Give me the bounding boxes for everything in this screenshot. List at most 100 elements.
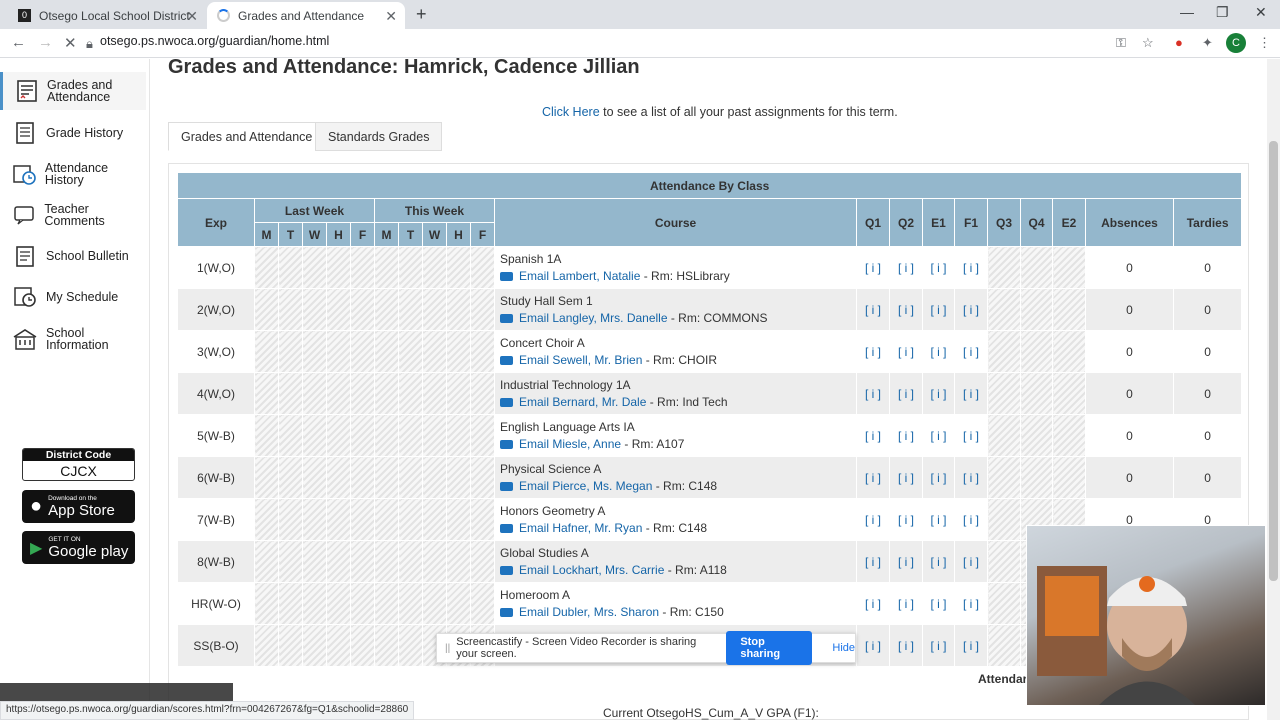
bookmark-star-icon[interactable]: ☆ <box>1142 35 1154 51</box>
grade-f1-link[interactable]: [ i ] <box>954 498 988 541</box>
stop-sharing-button[interactable]: Stop sharing <box>726 631 813 665</box>
sidebar-item-attendance-history[interactable]: Attendance History <box>0 156 146 192</box>
grade-q2-link[interactable]: [ i ] <box>889 414 923 457</box>
click-here-link[interactable]: Click Here <box>542 105 600 119</box>
grade-e1-link[interactable]: [ i ] <box>922 246 955 289</box>
grade-f1-link[interactable]: [ i ] <box>954 624 988 667</box>
close-tab-icon[interactable]: ✕ <box>186 8 198 25</box>
sidebar-item-grades-attendance[interactable]: Grades and Attendance <box>0 72 146 110</box>
tardies-cell[interactable]: 0 <box>1172 246 1243 289</box>
teacher-email-link[interactable]: Email Pierce, Ms. Megan <box>519 479 652 493</box>
tardies-cell[interactable]: 0 <box>1172 330 1243 373</box>
grade-q1-link[interactable]: [ i ] <box>856 288 890 331</box>
grade-q1-link[interactable]: [ i ] <box>856 624 890 667</box>
app-store-badge[interactable]: ● Download on the App Store <box>22 490 135 523</box>
grade-q2-link[interactable]: [ i ] <box>889 498 923 541</box>
screencastify-extension-icon[interactable]: ● <box>1175 35 1183 50</box>
teacher-email-link[interactable]: Email Bernard, Mr. Dale <box>519 395 646 409</box>
absences-cell[interactable]: 0 <box>1085 414 1174 457</box>
grade-e1-link[interactable]: [ i ] <box>922 456 955 499</box>
browser-tab-grades[interactable]: Grades and Attendance ✕ <box>207 2 405 29</box>
header-f1[interactable]: F1 <box>954 198 988 247</box>
teacher-email-link[interactable]: Email Miesle, Anne <box>519 437 621 451</box>
grade-q1-link[interactable]: [ i ] <box>856 414 890 457</box>
grade-f1-link[interactable]: [ i ] <box>954 582 988 625</box>
grade-q2-link[interactable]: [ i ] <box>889 372 923 415</box>
header-q1[interactable]: Q1 <box>856 198 890 247</box>
grade-f1-link[interactable]: [ i ] <box>954 330 988 373</box>
grade-q1-link[interactable]: [ i ] <box>856 330 890 373</box>
teacher-email-link[interactable]: Email Sewell, Mr. Brien <box>519 353 642 367</box>
stop-loading-icon[interactable]: ✕ <box>64 34 77 52</box>
sidebar-item-grade-history[interactable]: Grade History <box>0 118 146 148</box>
forward-icon[interactable]: → <box>38 34 53 51</box>
absences-cell[interactable]: 0 <box>1085 330 1174 373</box>
teacher-email-link[interactable]: Email Langley, Mrs. Danelle <box>519 311 668 325</box>
grade-q2-link[interactable]: [ i ] <box>889 582 923 625</box>
grade-e1-link[interactable]: [ i ] <box>922 372 955 415</box>
header-q3[interactable]: Q3 <box>987 198 1021 247</box>
grade-e1-link[interactable]: [ i ] <box>922 330 955 373</box>
grade-e1-link[interactable]: [ i ] <box>922 540 955 583</box>
grade-q2-link[interactable]: [ i ] <box>889 330 923 373</box>
grade-q1-link[interactable]: [ i ] <box>856 582 890 625</box>
grade-e1-link[interactable]: [ i ] <box>922 582 955 625</box>
new-tab-icon[interactable]: + <box>416 4 427 25</box>
header-e2[interactable]: E2 <box>1052 198 1086 247</box>
teacher-email-link[interactable]: Email Hafner, Mr. Ryan <box>519 521 642 535</box>
grade-q2-link[interactable]: [ i ] <box>889 540 923 583</box>
absences-cell[interactable]: 0 <box>1085 246 1174 289</box>
browser-tab-otsego[interactable]: 0 Otsego Local School District ✕ <box>8 2 206 29</box>
sidebar-item-teacher-comments[interactable]: Teacher Comments <box>0 197 146 233</box>
grade-e1-link[interactable]: [ i ] <box>922 498 955 541</box>
menu-icon[interactable]: ⋮ <box>1258 35 1271 51</box>
lock-icon[interactable]: 🔒︎ <box>86 36 93 52</box>
header-absences[interactable]: Absences <box>1085 198 1174 247</box>
teacher-email-link[interactable]: Email Lambert, Natalie <box>519 269 640 283</box>
close-tab-icon[interactable]: ✕ <box>385 8 397 25</box>
tab-standards-grades[interactable]: Standards Grades <box>315 122 443 151</box>
grade-q2-link[interactable]: [ i ] <box>889 288 923 331</box>
address-bar[interactable]: otsego.ps.nwoca.org/guardian/home.html <box>100 34 329 48</box>
sidebar-item-school-bulletin[interactable]: School Bulletin <box>0 241 146 271</box>
hide-button[interactable]: Hide <box>832 642 855 654</box>
close-window-icon[interactable]: ✕ <box>1255 4 1267 21</box>
header-q4[interactable]: Q4 <box>1020 198 1053 247</box>
sidebar-item-school-information[interactable]: School Information <box>0 321 146 357</box>
grade-f1-link[interactable]: [ i ] <box>954 246 988 289</box>
drag-handle-icon[interactable]: || <box>445 643 450 654</box>
grade-q1-link[interactable]: [ i ] <box>856 456 890 499</box>
extensions-icon[interactable]: ✦ <box>1202 35 1213 51</box>
back-icon[interactable]: ← <box>11 34 26 51</box>
key-icon[interactable]: ⚿ <box>1116 35 1126 51</box>
grade-f1-link[interactable]: [ i ] <box>954 414 988 457</box>
grade-f1-link[interactable]: [ i ] <box>954 456 988 499</box>
page-scrollbar[interactable] <box>1267 59 1280 720</box>
grade-q1-link[interactable]: [ i ] <box>856 498 890 541</box>
absences-cell[interactable]: 0 <box>1085 288 1174 331</box>
grade-q2-link[interactable]: [ i ] <box>889 456 923 499</box>
tardies-cell[interactable]: 0 <box>1172 414 1243 457</box>
tardies-cell[interactable]: 0 <box>1172 456 1243 499</box>
grade-q1-link[interactable]: [ i ] <box>856 372 890 415</box>
grade-q2-link[interactable]: [ i ] <box>889 246 923 289</box>
grade-q1-link[interactable]: [ i ] <box>856 246 890 289</box>
grade-q1-link[interactable]: [ i ] <box>856 540 890 583</box>
grade-f1-link[interactable]: [ i ] <box>954 288 988 331</box>
header-tardies[interactable]: Tardies <box>1172 198 1243 247</box>
maximize-icon[interactable]: ❐ <box>1216 4 1229 21</box>
minimize-icon[interactable]: — <box>1180 4 1194 20</box>
header-e1[interactable]: E1 <box>922 198 955 247</box>
google-play-badge[interactable]: ▶ GET IT ON Google play <box>22 531 135 564</box>
header-q2[interactable]: Q2 <box>889 198 923 247</box>
tardies-cell[interactable]: 0 <box>1172 372 1243 415</box>
grade-f1-link[interactable]: [ i ] <box>954 540 988 583</box>
sidebar-item-my-schedule[interactable]: My Schedule <box>0 282 146 312</box>
grade-q2-link[interactable]: [ i ] <box>889 624 923 667</box>
profile-avatar[interactable]: C <box>1226 33 1246 53</box>
absences-cell[interactable]: 0 <box>1085 372 1174 415</box>
teacher-email-link[interactable]: Email Lockhart, Mrs. Carrie <box>519 563 664 577</box>
grade-f1-link[interactable]: [ i ] <box>954 372 988 415</box>
tab-grades-and-attendance[interactable]: Grades and Attendance <box>168 122 326 151</box>
teacher-email-link[interactable]: Email Dubler, Mrs. Sharon <box>519 605 659 619</box>
